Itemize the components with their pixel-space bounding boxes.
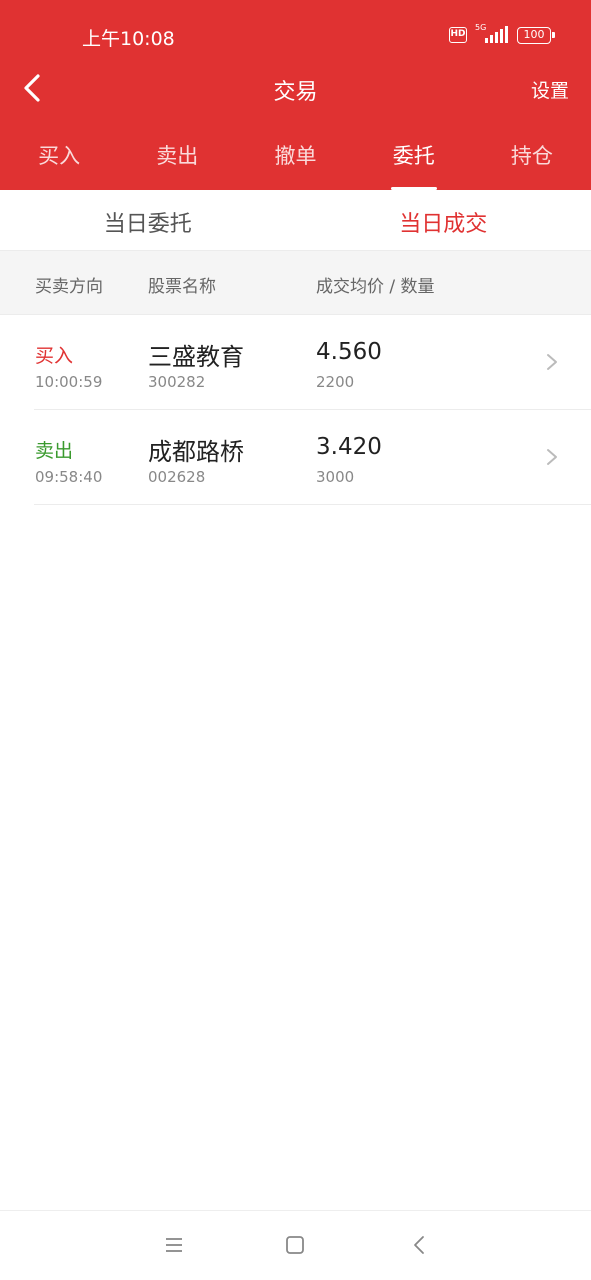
stock-code: 300282 — [148, 373, 206, 391]
trade-list: 买入 10:00:59 三盛教育 300282 4.560 2200 卖出 09… — [0, 315, 591, 505]
home-button[interactable] — [283, 1233, 307, 1257]
network-type-label: 5G — [475, 23, 487, 32]
deal-price: 4.560 — [316, 339, 382, 365]
status-time: 上午10:08 — [82, 28, 175, 50]
table-header: 买卖方向 股票名称 成交均价 / 数量 — [0, 251, 591, 315]
main-tabs: 买入 卖出 撤单 委托 持仓 — [0, 128, 591, 190]
settings-button[interactable]: 设置 — [531, 76, 569, 103]
stock-code: 002628 — [148, 468, 206, 486]
tab-buy[interactable]: 买入 — [0, 128, 118, 190]
trade-direction: 卖出 — [35, 440, 74, 462]
status-icons: HD 5G 100 — [449, 23, 555, 46]
status-bar: 上午10:08 HD 5G 100 — [0, 0, 591, 70]
tab-positions[interactable]: 持仓 — [473, 128, 591, 190]
sub-tabs: 当日委托 当日成交 — [0, 190, 591, 251]
system-nav-bar — [0, 1210, 591, 1280]
column-stock-name: 股票名称 — [148, 277, 216, 297]
chevron-right-icon — [547, 449, 557, 465]
system-back-button[interactable] — [408, 1233, 432, 1257]
tab-sell[interactable]: 卖出 — [118, 128, 236, 190]
menu-button[interactable] — [162, 1233, 186, 1257]
nav-bar: 交易 设置 — [0, 62, 591, 116]
trade-time: 10:00:59 — [35, 373, 103, 391]
tab-today-deals[interactable]: 当日成交 — [296, 190, 591, 250]
table-row[interactable]: 卖出 09:58:40 成都路桥 002628 3.420 3000 — [0, 410, 591, 505]
battery-icon: 100 — [517, 26, 555, 44]
signal-icon: 5G — [475, 23, 509, 45]
trade-time: 09:58:40 — [35, 468, 103, 486]
column-direction: 买卖方向 — [35, 277, 103, 297]
stock-name: 三盛教育 — [148, 343, 244, 371]
deal-price: 3.420 — [316, 434, 382, 460]
column-price-qty: 成交均价 / 数量 — [316, 277, 435, 297]
tab-orders[interactable]: 委托 — [355, 128, 473, 190]
tab-cancel-order[interactable]: 撤单 — [236, 128, 354, 190]
trade-page: 上午10:08 HD 5G 100 交易 设置 买入 卖出 撤单 委托 持仓 当… — [0, 0, 591, 1280]
table-row[interactable]: 买入 10:00:59 三盛教育 300282 4.560 2200 — [0, 315, 591, 410]
menu-icon — [166, 1238, 182, 1252]
deal-quantity: 2200 — [316, 373, 355, 391]
hd-icon: HD — [449, 27, 467, 43]
app-header: 上午10:08 HD 5G 100 交易 设置 买入 卖出 撤单 委托 持仓 — [0, 0, 591, 190]
chevron-right-icon — [547, 354, 557, 370]
page-title: 交易 — [273, 80, 318, 105]
tab-today-orders[interactable]: 当日委托 — [0, 190, 296, 250]
home-icon — [286, 1236, 304, 1254]
trade-direction: 买入 — [35, 345, 74, 367]
stock-name: 成都路桥 — [148, 438, 244, 466]
back-icon — [414, 1236, 424, 1254]
deal-quantity: 3000 — [316, 468, 355, 486]
